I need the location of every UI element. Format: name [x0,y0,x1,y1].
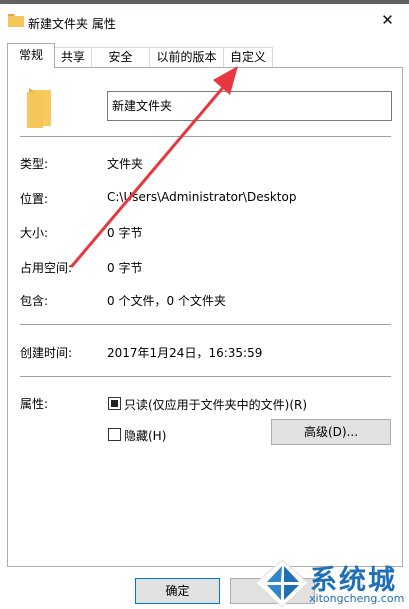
tab-general[interactable]: 常规 [7,43,55,68]
general-panel [7,67,403,567]
title-bar: 新建文件夹 属性 [0,4,409,35]
hidden-checkbox[interactable] [108,428,121,441]
window-title: 新建文件夹 属性 [28,17,116,31]
type-value: 文件夹 [107,157,144,171]
separator [20,324,391,325]
created-label: 创建时间: [20,346,73,360]
tab-bar: 常规 共享 安全 以前的版本 自定义 [0,42,409,68]
readonly-checkbox[interactable] [108,397,121,410]
folder-icon [8,14,24,27]
contains-label: 包含: [20,294,49,308]
windows-logo-icon [255,559,309,608]
created-value: 2017年1月24日，16:35:59 [107,346,263,360]
attributes-label: 属性: [20,397,49,411]
location-label: 位置: [20,192,49,206]
watermark-url: xitongcheng.com [309,592,405,605]
separator [20,376,391,377]
ok-button[interactable]: 确定 [135,578,220,604]
folder-icon [27,88,51,128]
tab-sharing[interactable]: 共享 [54,47,92,67]
readonly-label: 只读(仅应用于文件夹中的文件)(R) [124,398,308,412]
hidden-label: 隐藏(H) [124,429,167,443]
location-value: C:\Users\Administrator\Desktop [107,190,297,204]
advanced-button[interactable]: 高级(D)... [271,419,391,445]
tab-previous-versions[interactable]: 以前的版本 [149,47,224,67]
tab-security[interactable]: 安全 [91,47,150,67]
close-button[interactable]: ✕ [366,4,409,35]
size-label: 大小: [20,226,49,240]
type-label: 类型: [20,157,49,171]
size-value: 0 字节 [107,226,143,240]
folder-name-input[interactable]: 新建文件夹 [107,91,392,121]
separator [20,136,391,137]
size-on-disk-label: 占用空间: [20,261,73,275]
contains-value: 0 个文件，0 个文件夹 [107,294,226,308]
tab-customize[interactable]: 自定义 [223,47,273,67]
close-icon: ✕ [381,10,394,29]
size-on-disk-value: 0 字节 [107,261,143,275]
